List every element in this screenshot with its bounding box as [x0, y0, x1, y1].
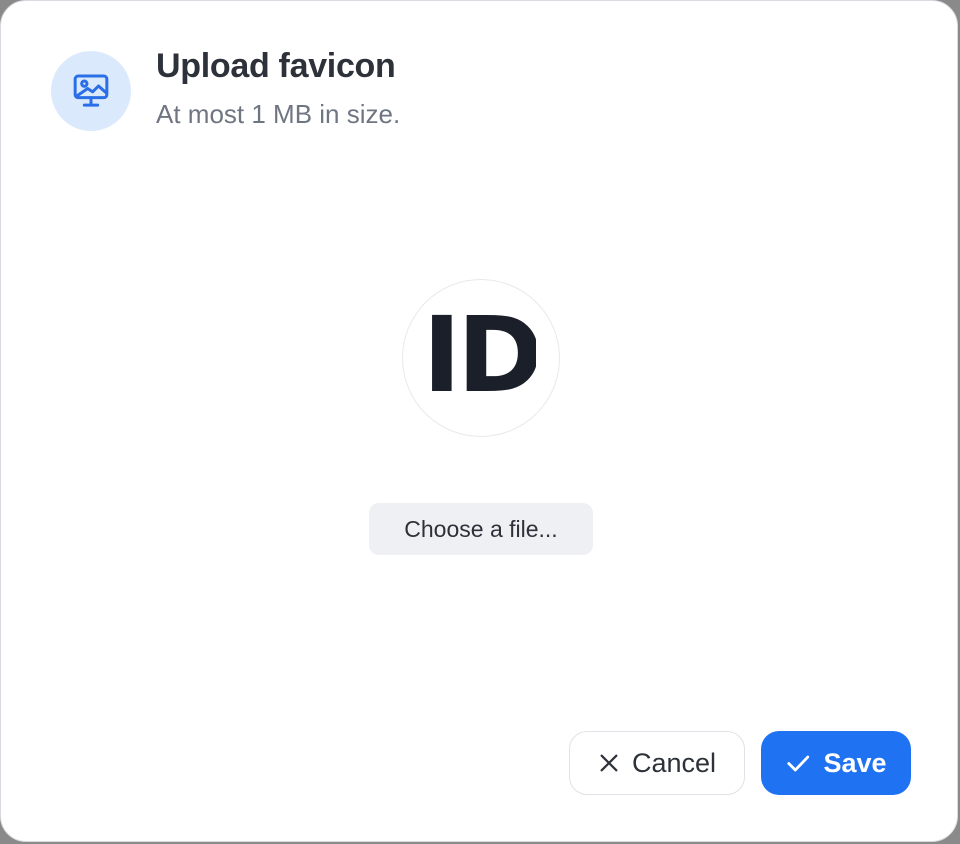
choose-file-label: Choose a file... — [404, 515, 558, 542]
close-icon — [598, 752, 620, 774]
favicon-preview: ID — [402, 279, 560, 437]
upload-favicon-dialog: Upload favicon At most 1 MB in size. ID … — [0, 0, 958, 842]
check-icon — [785, 750, 811, 776]
dialog-title: Upload favicon — [156, 47, 396, 85]
save-label: Save — [823, 747, 887, 778]
cancel-label: Cancel — [631, 747, 717, 778]
monitor-image-icon — [51, 51, 131, 131]
dialog-subtitle: At most 1 MB in size. — [156, 99, 401, 129]
choose-file-button[interactable]: Choose a file... — [369, 503, 593, 555]
cancel-button[interactable]: Cancel — [569, 731, 745, 795]
favicon-preview-image: ID — [426, 308, 536, 408]
favicon-preview-text: ID — [426, 308, 536, 408]
save-button[interactable]: Save — [761, 731, 911, 795]
